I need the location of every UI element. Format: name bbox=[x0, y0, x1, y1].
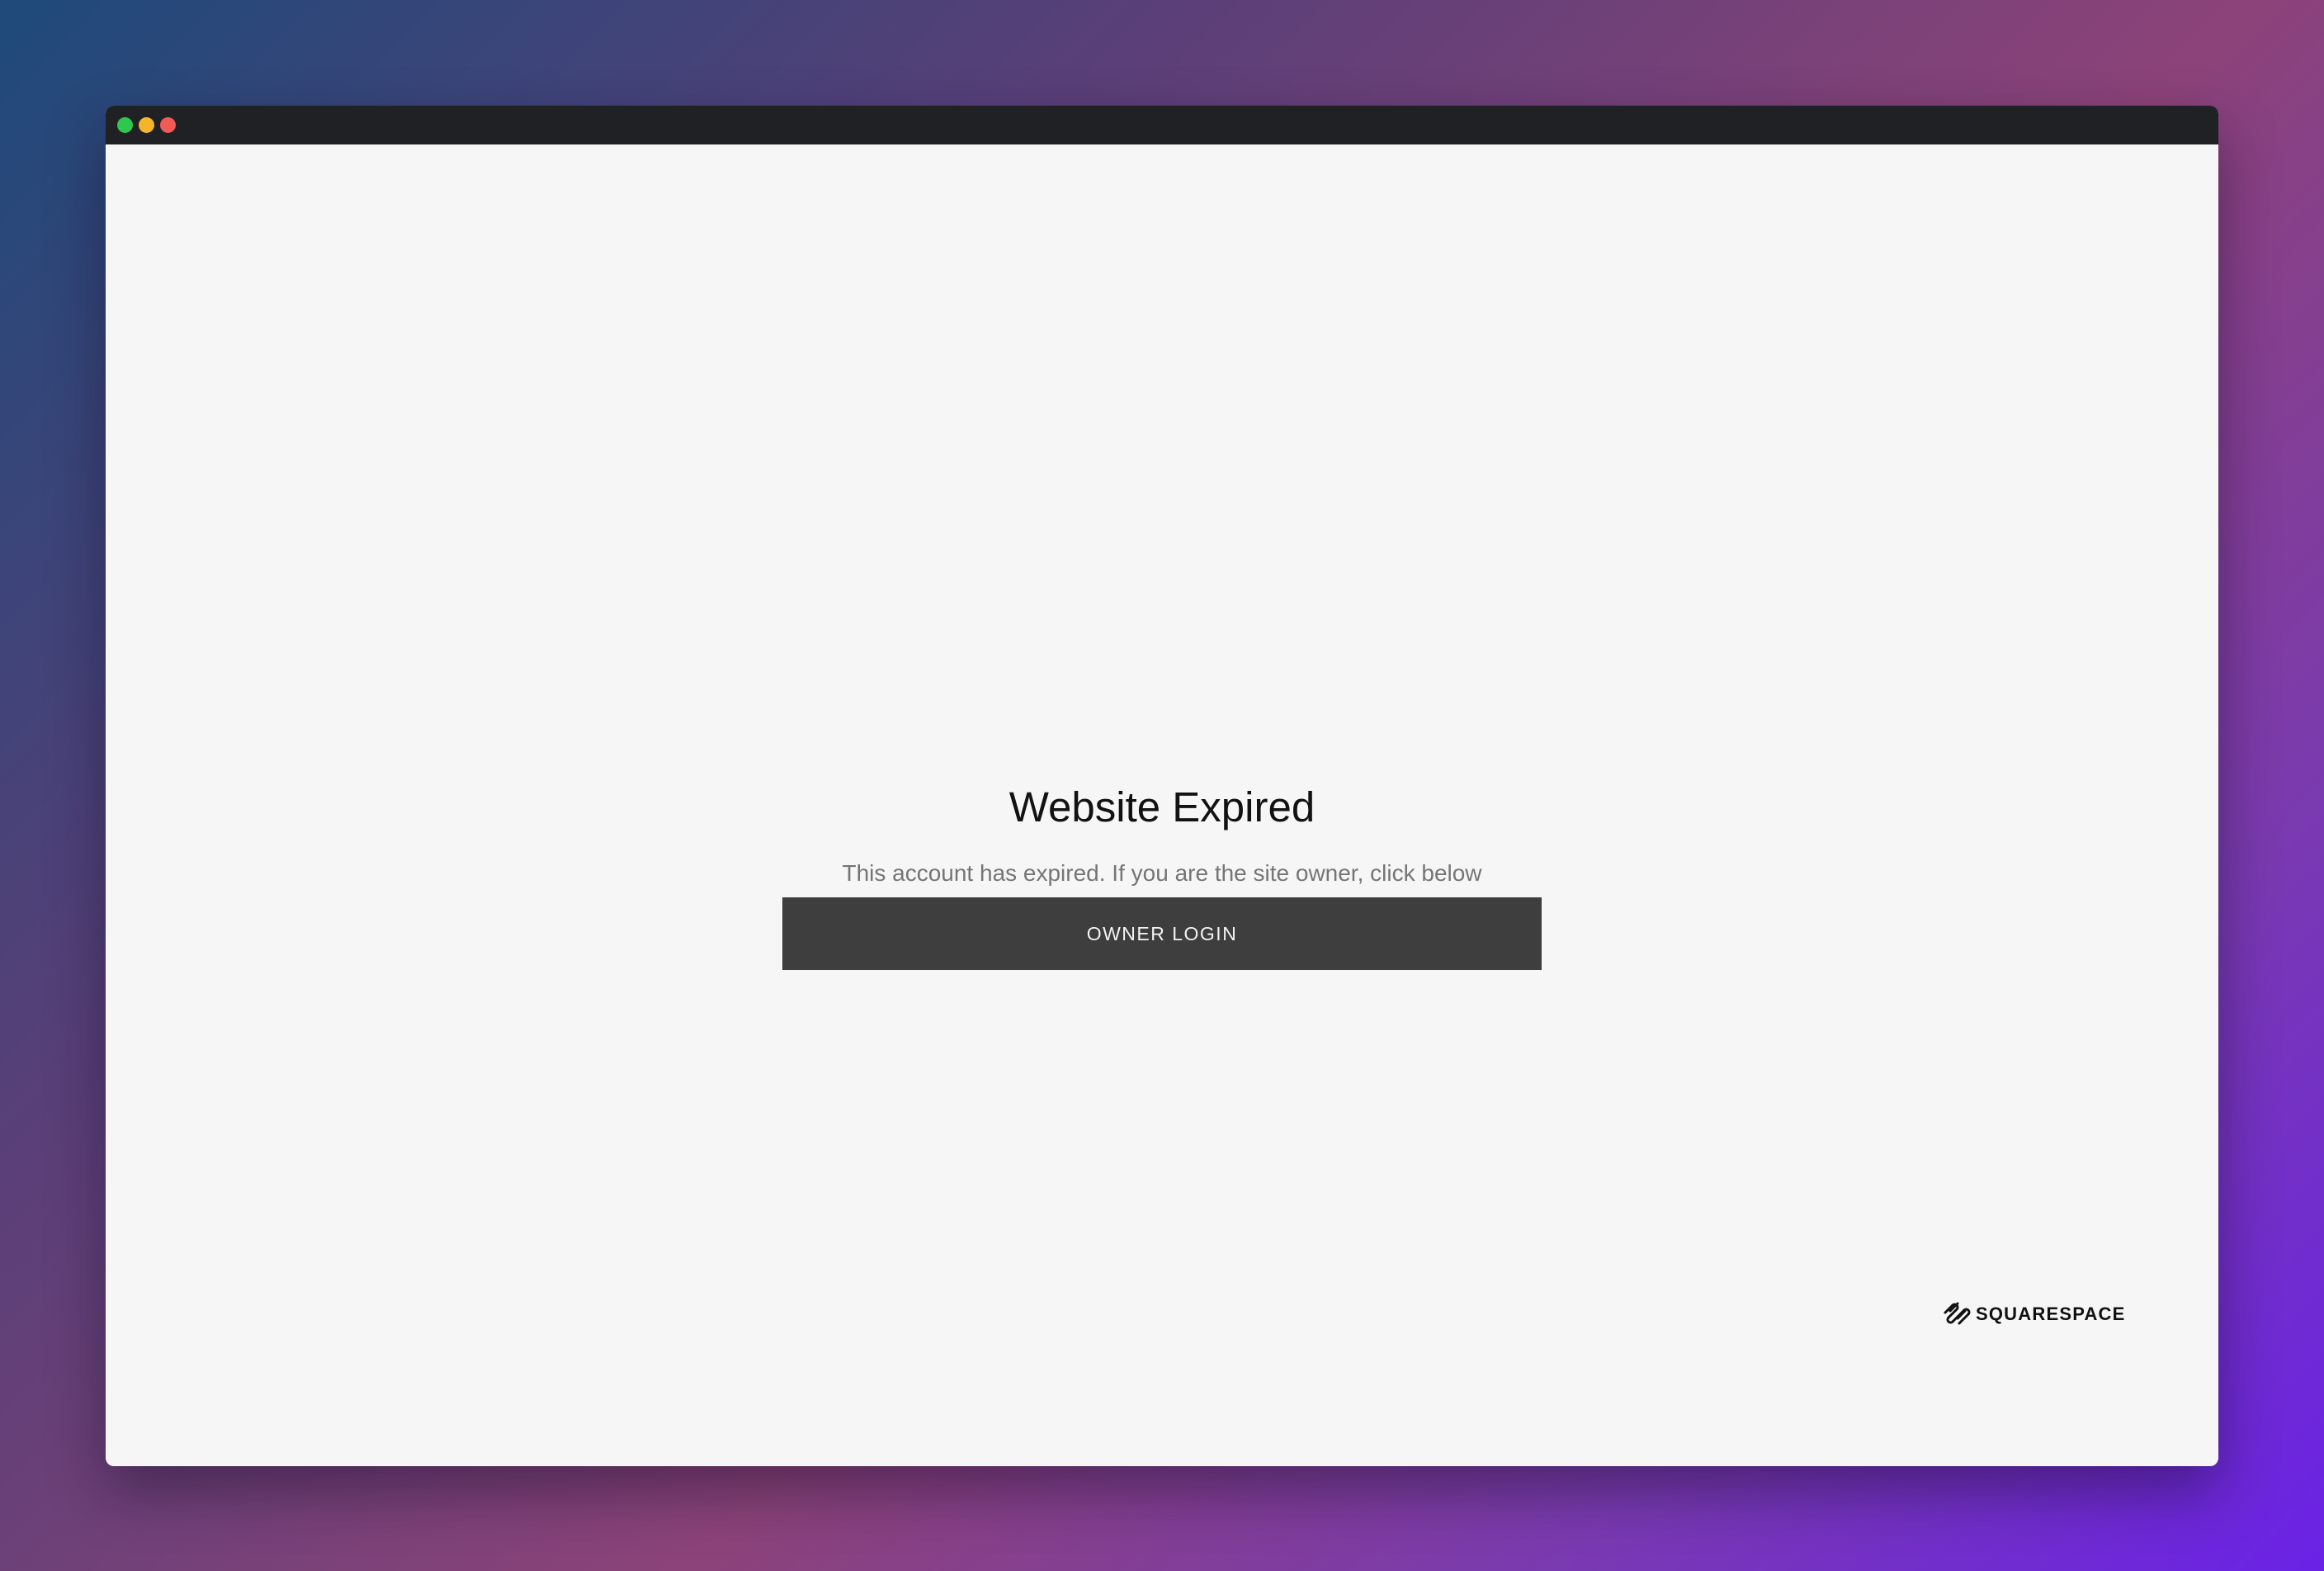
page-title: Website Expired bbox=[1008, 783, 1316, 830]
brand-name: SQUARESPACE bbox=[1976, 1304, 2126, 1324]
owner-login-button[interactable]: OWNER LOGIN bbox=[782, 897, 1542, 970]
window-control-green-icon[interactable] bbox=[117, 117, 133, 133]
window-control-yellow-icon[interactable] bbox=[139, 117, 154, 133]
squarespace-brand[interactable]: SQUARESPACE bbox=[1941, 1300, 2126, 1328]
browser-window: Website Expired This account has expired… bbox=[106, 106, 2218, 1466]
page-content: Website Expired This account has expired… bbox=[106, 144, 2218, 1466]
squarespace-logo-icon bbox=[1944, 1302, 1971, 1325]
window-titlebar bbox=[106, 106, 2218, 144]
window-control-red-icon[interactable] bbox=[160, 117, 176, 133]
